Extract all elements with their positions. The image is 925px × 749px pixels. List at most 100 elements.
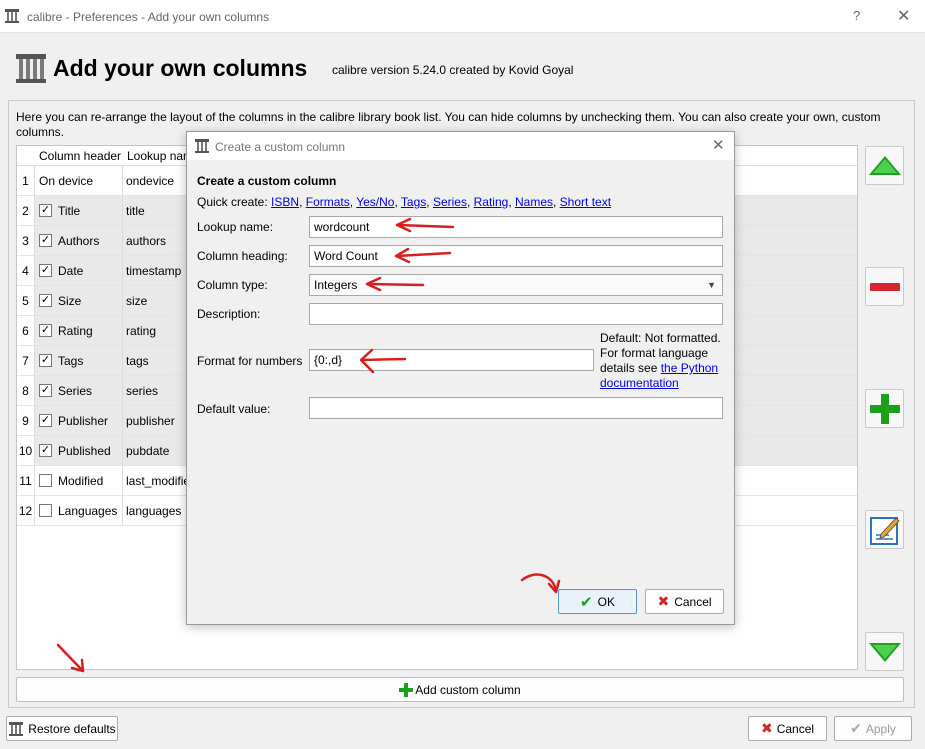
column-type-label: Column type:: [197, 278, 268, 292]
format-numbers-input[interactable]: {0:,d}: [309, 349, 594, 371]
visibility-checkbox[interactable]: ✓: [39, 264, 52, 278]
visibility-checkbox[interactable]: ✓: [39, 294, 52, 308]
default-value-input[interactable]: [309, 397, 723, 419]
lookup-name-input[interactable]: wordcount: [309, 216, 723, 238]
ok-button[interactable]: ✔ OK: [558, 589, 637, 614]
edit-icon: [869, 516, 900, 545]
dialog-title: Create a custom column: [215, 140, 346, 154]
quick-create-label: Quick create:: [197, 195, 268, 209]
quick-create-tags-link[interactable]: Tags: [401, 195, 426, 209]
column-type-select[interactable]: Integers ▼: [309, 274, 723, 296]
minus-icon: [869, 282, 900, 291]
checkmark-icon: ✔: [580, 593, 593, 611]
remove-column-button[interactable]: [865, 267, 904, 306]
column-header-text: Languages: [58, 504, 118, 518]
calibre-logo-icon: [194, 138, 210, 157]
row-number: 10: [17, 436, 35, 466]
column-header-cell[interactable]: ✓ Authors: [35, 226, 123, 256]
apply-button[interactable]: ✔ Apply: [834, 716, 912, 741]
dialog-titlebar: Create a custom column ✕: [187, 132, 734, 160]
column-header-text: Rating: [58, 324, 93, 338]
column-header-cell[interactable]: Languages: [35, 496, 123, 526]
column-header-text: Published: [58, 444, 111, 458]
calibre-logo-icon: [4, 8, 20, 27]
quick-create-names-link[interactable]: Names: [515, 195, 553, 209]
description-input[interactable]: [309, 303, 723, 325]
visibility-checkbox[interactable]: [39, 504, 52, 518]
dialog-cancel-button[interactable]: ✖ Cancel: [645, 589, 724, 614]
page-title: Add your own columns: [53, 55, 308, 81]
create-custom-column-dialog: Create a custom column ✕ Create a custom…: [186, 131, 735, 625]
up-arrow-icon: [868, 155, 901, 175]
restore-defaults-button[interactable]: Restore defaults: [6, 716, 118, 741]
quick-create-yesno-link[interactable]: Yes/No: [356, 195, 394, 209]
visibility-checkbox[interactable]: ✓: [39, 234, 52, 248]
row-number: 9: [17, 406, 35, 436]
column-header-heading[interactable]: Column header: [39, 149, 121, 163]
cancel-x-icon: ✖: [657, 593, 670, 609]
column-heading-label: Column heading:: [197, 249, 288, 263]
column-header-text: Date: [58, 264, 84, 278]
description-label: Description:: [197, 307, 261, 321]
row-number: 1: [17, 166, 35, 196]
quick-create-isbn-link[interactable]: ISBN: [271, 195, 299, 209]
ok-label: OK: [597, 594, 615, 609]
move-down-button[interactable]: [865, 632, 904, 671]
visibility-checkbox[interactable]: [39, 474, 52, 488]
cancel-button[interactable]: ✖ Cancel: [748, 716, 827, 741]
column-header-cell[interactable]: ✓ Published: [35, 436, 123, 466]
column-header-cell[interactable]: ✓ Size: [35, 286, 123, 316]
move-up-button[interactable]: [865, 146, 904, 185]
row-number: 11: [17, 466, 35, 496]
visibility-checkbox[interactable]: ✓: [39, 414, 52, 428]
restore-defaults-label: Restore defaults: [28, 721, 116, 736]
column-header-cell[interactable]: On device: [35, 166, 123, 196]
dialog-close-button[interactable]: ✕: [712, 136, 725, 154]
add-custom-column-label: Add custom column: [415, 682, 521, 697]
visibility-checkbox[interactable]: ✓: [39, 354, 52, 368]
add-custom-column-button[interactable]: Add custom column: [16, 677, 904, 702]
column-header-cell[interactable]: ✓ Publisher: [35, 406, 123, 436]
row-number: 8: [17, 376, 35, 406]
chevron-down-icon: ▼: [707, 280, 716, 290]
quick-create-series-link[interactable]: Series: [433, 195, 467, 209]
column-heading-input[interactable]: Word Count: [309, 245, 723, 267]
quick-create-rating-link[interactable]: Rating: [474, 195, 509, 209]
column-header-cell[interactable]: ✓ Title: [35, 196, 123, 226]
dialog-cancel-label: Cancel: [674, 594, 712, 609]
calibre-logo-icon: [14, 52, 48, 89]
row-number: 6: [17, 316, 35, 346]
visibility-checkbox[interactable]: ✓: [39, 204, 52, 218]
add-column-button[interactable]: [865, 389, 904, 428]
help-button[interactable]: ?: [853, 8, 860, 23]
quick-create-short-text-link[interactable]: Short text: [560, 195, 611, 209]
row-number: 7: [17, 346, 35, 376]
window-title: calibre - Preferences - Add your own col…: [27, 10, 270, 24]
cancel-label: Cancel: [776, 721, 815, 736]
column-header-cell[interactable]: ✓ Date: [35, 256, 123, 286]
window-close-button[interactable]: ✕: [897, 6, 910, 26]
quick-create-row: Quick create: ISBN, Formats, Yes/No, Tag…: [197, 195, 612, 209]
edit-column-button[interactable]: [865, 510, 904, 549]
format-numbers-label: Format for numbers: [197, 354, 303, 368]
column-header-cell[interactable]: Modified: [35, 466, 123, 496]
column-header-text: Modified: [58, 474, 104, 488]
row-number: 2: [17, 196, 35, 226]
column-header-text: Series: [58, 384, 93, 398]
lookup-name-label: Lookup name:: [197, 220, 274, 234]
column-header-text: Title: [58, 204, 81, 218]
visibility-checkbox[interactable]: ✓: [39, 384, 52, 398]
column-type-value: Integers: [314, 278, 358, 292]
column-header-text: Tags: [58, 354, 84, 368]
quick-create-formats-link[interactable]: Formats: [306, 195, 350, 209]
column-header-text: Publisher: [58, 414, 109, 428]
column-header-cell[interactable]: ✓ Series: [35, 376, 123, 406]
column-header-text: Size: [58, 294, 82, 308]
column-header-cell[interactable]: ✓ Rating: [35, 316, 123, 346]
cancel-x-icon: ✖: [760, 720, 773, 736]
visibility-checkbox[interactable]: ✓: [39, 444, 52, 458]
visibility-checkbox[interactable]: ✓: [39, 324, 52, 338]
default-value-label: Default value:: [197, 402, 271, 416]
column-header-cell[interactable]: ✓ Tags: [35, 346, 123, 376]
down-arrow-icon: [868, 642, 901, 662]
